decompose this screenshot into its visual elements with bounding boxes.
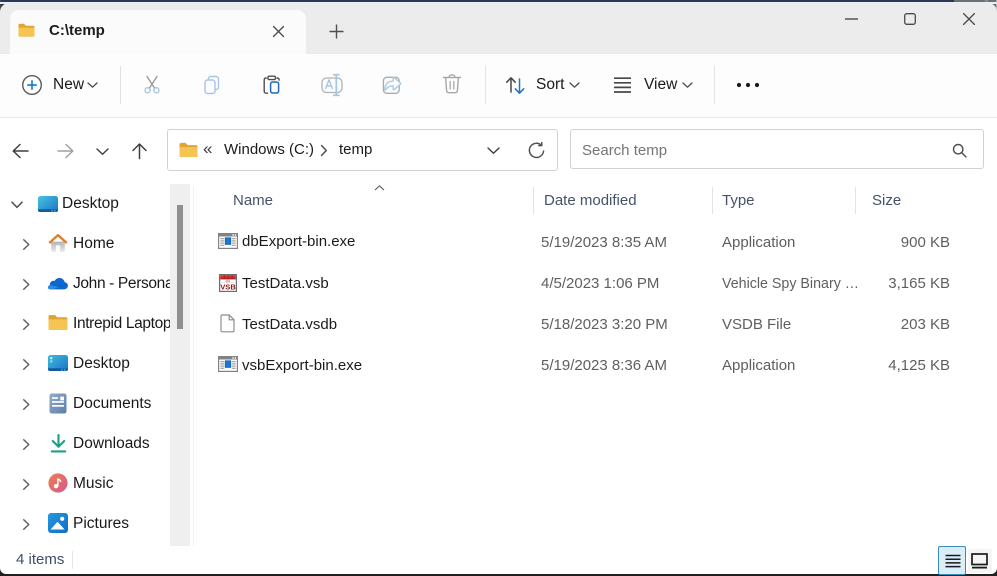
svg-text:VSB: VSB — [220, 282, 236, 291]
